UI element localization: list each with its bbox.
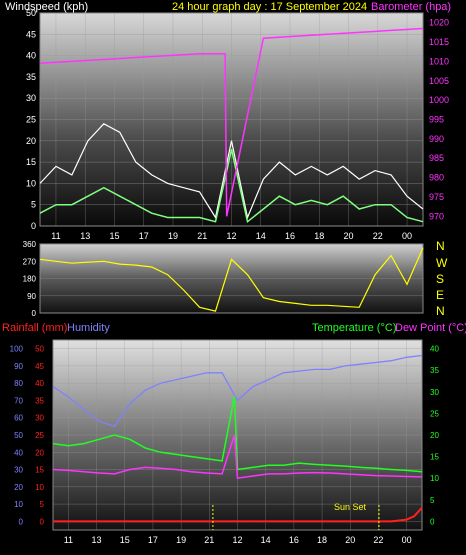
wind-x-tick-label: 11 xyxy=(51,231,60,241)
wind-x-tick-label: 00 xyxy=(402,231,412,241)
temperature-axis-tick-label: 15 xyxy=(430,453,439,462)
wind-x-tick-label: 18 xyxy=(314,231,324,241)
temp-x-tick-label: 21 xyxy=(204,535,214,545)
rain-axis-tick-label: 40 xyxy=(35,379,44,388)
temperature-axis-tick-label: 20 xyxy=(430,431,439,440)
wind-x-tick-label: 19 xyxy=(168,231,178,241)
rain-axis-tick-label: 25 xyxy=(35,431,44,440)
temp-x-tick-label: 19 xyxy=(176,535,186,545)
direction-axis-tick-label: 90 xyxy=(27,292,36,301)
wind-x-tick-label: 15 xyxy=(109,231,119,241)
temp-x-tick-label: 11 xyxy=(64,535,73,545)
humidity-title: Humidity xyxy=(67,322,110,334)
temperature-axis-tick-label: 5 xyxy=(430,496,435,505)
wind-x-tick-label: 17 xyxy=(139,231,149,241)
compass-n-top: N xyxy=(436,239,445,253)
temp-x-tick-label: 15 xyxy=(120,535,130,545)
temperature-axis-tick-label: 10 xyxy=(430,474,439,483)
temperature-axis-tick-label: 25 xyxy=(430,409,439,418)
rain-axis-tick-label: 10 xyxy=(35,483,44,492)
humidity-axis-tick-label: 10 xyxy=(14,500,23,509)
dewpoint-title: Dew Point (°C) xyxy=(395,322,466,334)
temperature-axis-tick-label: 0 xyxy=(430,517,435,526)
weather-chart-svg: Windspeed (kph) 24 hour graph day : 17 S… xyxy=(2,1,466,545)
barometer-axis-tick-label: 985 xyxy=(429,153,444,163)
windspeed-title: Windspeed (kph) xyxy=(5,1,88,13)
wind-axis-tick-label: 10 xyxy=(26,178,36,188)
temp-x-tick-label: 18 xyxy=(317,535,327,545)
rain-axis-tick-label: 20 xyxy=(35,448,44,457)
barometer-axis-tick-label: 990 xyxy=(429,134,444,144)
wind-axis-tick-label: 5 xyxy=(31,200,36,210)
rainfall-title: Rainfall (mm) xyxy=(2,322,67,334)
temp-x-tick-label: 12 xyxy=(232,535,242,545)
humidity-axis-tick-label: 60 xyxy=(14,414,23,423)
temp-x-tick-label: 20 xyxy=(345,535,355,545)
wind-x-tick-label: 13 xyxy=(80,231,90,241)
barometer-axis-tick-label: 1015 xyxy=(429,37,449,47)
humidity-axis-tick-label: 80 xyxy=(14,379,23,388)
humidity-axis-tick-label: 30 xyxy=(14,466,23,475)
humidity-axis-tick-label: 70 xyxy=(14,396,23,405)
temp-x-tick-label: 14 xyxy=(261,535,271,545)
humidity-axis-tick-label: 40 xyxy=(14,448,23,457)
temperature-title: Temperature (°C) xyxy=(312,322,396,334)
wind-axis-tick-label: 15 xyxy=(26,157,36,167)
wind-x-tick-label: 12 xyxy=(226,231,236,241)
temp-x-tick-label: 17 xyxy=(148,535,158,545)
wind-x-tick-label: 20 xyxy=(344,231,354,241)
rain-axis-tick-label: 30 xyxy=(35,414,44,423)
barometer-axis-tick-label: 1000 xyxy=(429,95,449,105)
compass-w: W xyxy=(436,256,448,270)
barometer-axis-tick-label: 1005 xyxy=(429,76,449,86)
wind-axis-tick-label: 35 xyxy=(26,72,36,82)
wind-x-tick-label: 22 xyxy=(373,231,383,241)
compass-s: S xyxy=(436,272,444,286)
rain-axis-tick-label: 15 xyxy=(35,466,44,475)
barometer-axis-tick-label: 970 xyxy=(429,211,444,221)
temperature-axis-tick-label: 35 xyxy=(430,366,439,375)
rain-axis-tick-label: 45 xyxy=(35,362,44,371)
barometer-axis-tick-label: 975 xyxy=(429,192,444,202)
humidity-axis-tick-label: 0 xyxy=(19,517,24,526)
graph-date-title: 24 hour graph day : 17 September 2024 xyxy=(172,1,367,13)
wind-axis-tick-label: 25 xyxy=(26,115,36,125)
temperature-axis-tick-label: 40 xyxy=(430,345,439,354)
direction-axis-tick-label: 360 xyxy=(23,240,37,249)
barometer-axis-tick-label: 1020 xyxy=(429,18,449,28)
wind-axis-tick-label: 50 xyxy=(26,8,36,18)
rain-axis-tick-label: 0 xyxy=(40,517,45,526)
compass-e: E xyxy=(436,288,444,302)
weather-graph: Windspeed (kph) 24 hour graph day : 17 S… xyxy=(0,0,466,555)
direction-axis-tick-label: 270 xyxy=(23,257,37,266)
humidity-axis-tick-label: 20 xyxy=(14,483,23,492)
temp-x-tick-label: 00 xyxy=(402,535,412,545)
temperature-axis-tick-label: 30 xyxy=(430,388,439,397)
wind-axis-tick-label: 20 xyxy=(26,136,36,146)
rain-axis-tick-label: 35 xyxy=(35,396,44,405)
wind-axis-tick-label: 40 xyxy=(26,51,36,61)
barometer-axis-tick-label: 980 xyxy=(429,173,444,183)
temp-x-tick-label: 22 xyxy=(373,535,383,545)
rain-axis-tick-label: 50 xyxy=(35,345,44,354)
wind-axis-tick-label: 30 xyxy=(26,93,36,103)
barometer-axis-tick-label: 1010 xyxy=(429,56,449,66)
humidity-axis-tick-label: 50 xyxy=(14,431,23,440)
wind-x-tick-label: 14 xyxy=(256,231,266,241)
wind-axis-tick-label: 45 xyxy=(26,29,36,39)
humidity-axis-tick-label: 100 xyxy=(10,345,24,354)
wind-x-tick-label: 16 xyxy=(285,231,295,241)
temp-x-tick-label: 13 xyxy=(92,535,102,545)
wind-axis-tick-label: 0 xyxy=(31,221,36,231)
barometer-axis-tick-label: 995 xyxy=(429,115,444,125)
direction-axis-tick-label: 0 xyxy=(32,309,37,318)
temp-x-tick-label: 16 xyxy=(289,535,299,545)
rain-axis-tick-label: 5 xyxy=(40,500,45,509)
direction-axis-tick-label: 180 xyxy=(23,275,37,284)
barometer-title: Barometer (hpa) xyxy=(371,1,451,13)
humidity-axis-tick-label: 90 xyxy=(14,362,23,371)
wind-x-tick-label: 21 xyxy=(197,231,207,241)
compass-n-bottom: N xyxy=(436,304,445,318)
